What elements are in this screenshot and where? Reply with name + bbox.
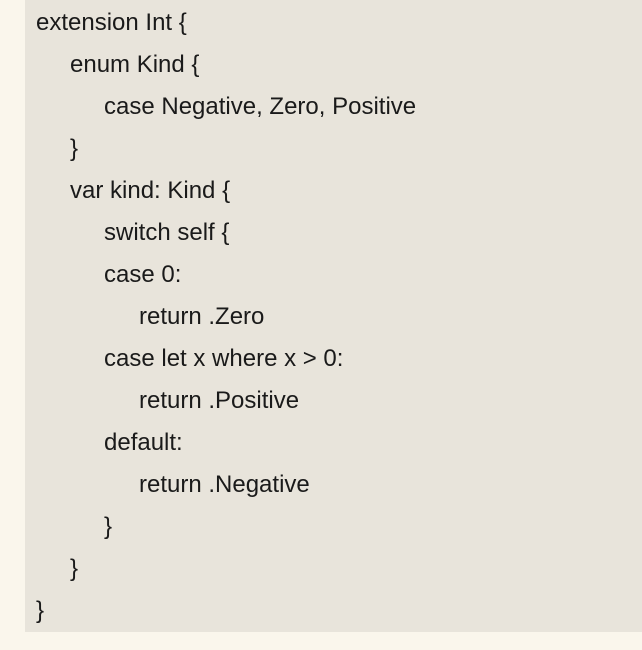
code-line: return .Positive [139, 387, 300, 414]
code-line: } [36, 597, 45, 624]
code-line: case let x where x > 0: [104, 345, 344, 372]
code-line: switch self { [104, 219, 230, 246]
code-line: extension Int { [36, 9, 187, 36]
code-line: } [70, 555, 79, 582]
code-block: extension Int { enum Kind { case Negativ… [25, 0, 642, 632]
code-line: case Negative, Zero, Positive [104, 93, 417, 120]
code-line: } [70, 135, 79, 162]
code-line: default: [104, 429, 183, 456]
code-line: var kind: Kind { [70, 177, 231, 204]
code-line: enum Kind { [70, 51, 200, 78]
code-line: return .Negative [139, 471, 310, 498]
code-line: } [104, 513, 113, 540]
code-line: return .Zero [139, 303, 265, 330]
code-line: case 0: [104, 261, 182, 288]
